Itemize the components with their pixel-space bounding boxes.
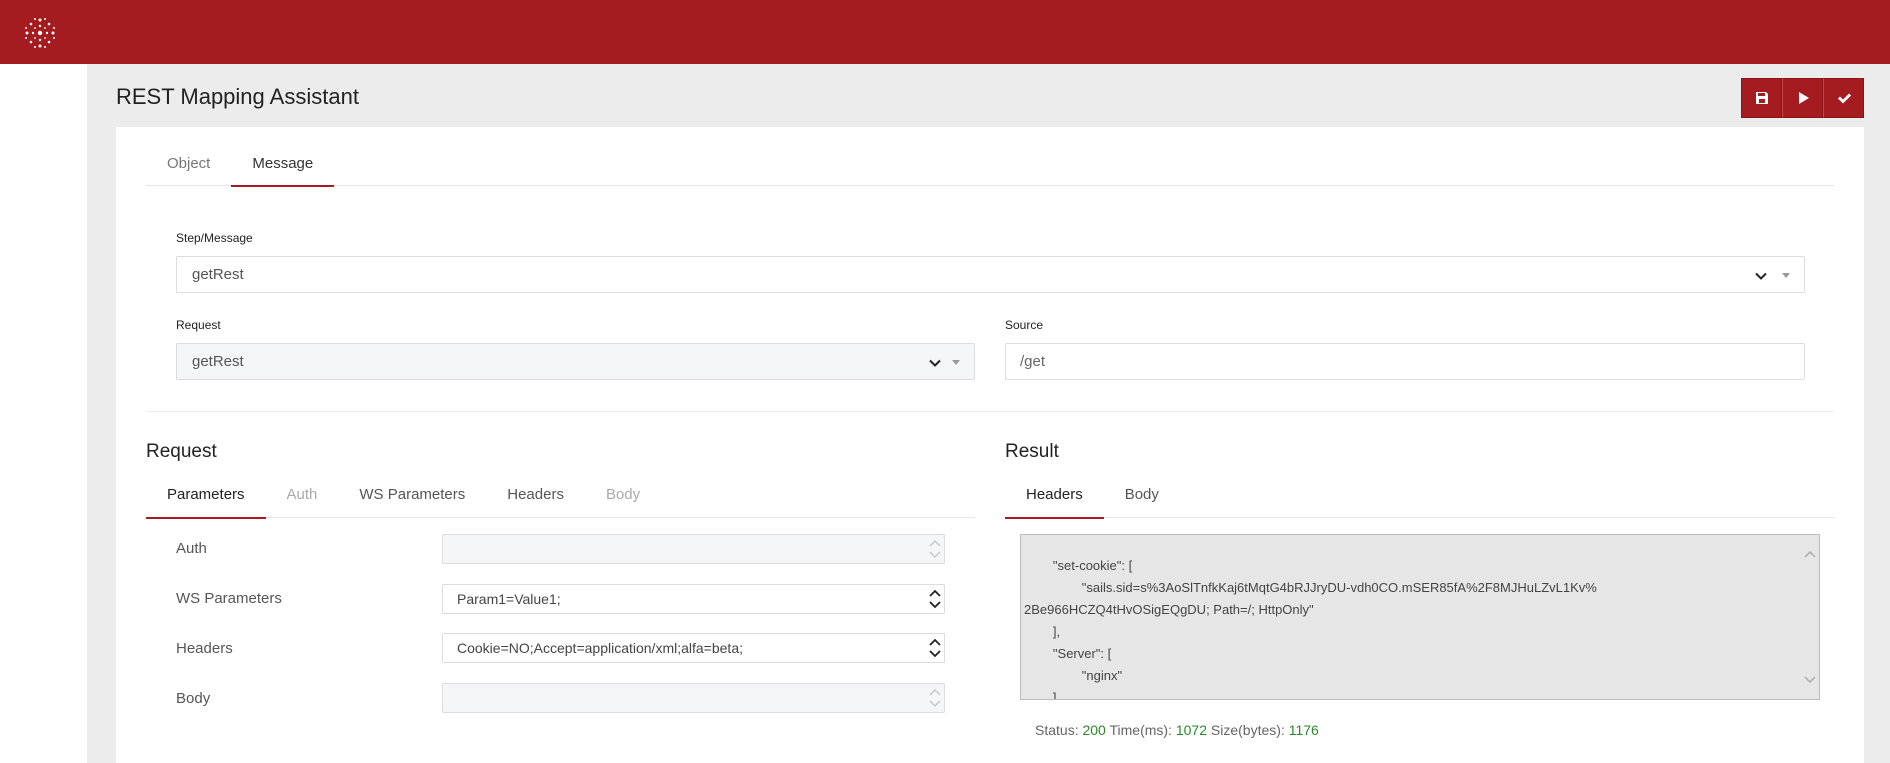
request-label: Request [176, 318, 221, 332]
source-label: Source [1005, 318, 1044, 332]
size-value: 1176 [1288, 722, 1319, 738]
result-output[interactable]: "set-cookie": [ "sails.sid=s%3AoSlTnfkKa… [1020, 534, 1820, 700]
headers-row-label: Headers [176, 640, 233, 657]
run-button[interactable] [1782, 78, 1823, 118]
ws-parameters-textarea[interactable]: Param1=Value1; [442, 584, 945, 614]
status-label: Status: [1035, 722, 1079, 738]
tab-message[interactable]: Message [231, 150, 335, 187]
tab-headers[interactable]: Headers [486, 480, 585, 518]
check-icon [1837, 93, 1851, 104]
auth-textarea[interactable] [442, 534, 945, 564]
status-value: 200 [1082, 722, 1106, 738]
request-select[interactable]: getRest [176, 343, 975, 380]
result-content: "set-cookie": [ "sails.sid=s%3AoSlTnfkKa… [1024, 558, 1597, 700]
caret-down-icon [952, 360, 960, 365]
section-divider [146, 411, 1834, 412]
spinner-arrows-icon[interactable] [928, 537, 942, 561]
tab-result-headers[interactable]: Headers [1005, 480, 1104, 519]
top-header-bar [0, 0, 1890, 64]
time-label: Time(ms): [1109, 722, 1172, 738]
page-title: REST Mapping Assistant [116, 84, 359, 109]
spinner-arrows-icon[interactable] [928, 587, 942, 611]
step-message-label: Step/Message [176, 231, 253, 245]
left-sidebar [0, 64, 87, 763]
spinner-arrows-icon[interactable] [928, 636, 942, 660]
request-section-title: Request [146, 441, 217, 462]
result-section-title: Result [1005, 441, 1059, 462]
action-toolbar [1741, 78, 1864, 118]
tab-result-body[interactable]: Body [1104, 480, 1180, 518]
save-button[interactable] [1741, 78, 1782, 118]
auth-row-label: Auth [176, 540, 207, 557]
result-status-line: Status: 200 Time(ms): 1072 Size(bytes): … [1035, 722, 1319, 738]
tab-parameters[interactable]: Parameters [146, 480, 266, 519]
size-label: Size(bytes): [1210, 722, 1285, 738]
tab-ws-parameters[interactable]: WS Parameters [338, 480, 486, 518]
headers-value: Cookie=NO;Accept=application/xml;alfa=be… [457, 640, 743, 656]
scroll-arrows-icon[interactable] [1803, 537, 1817, 697]
main-tabs: Object Message [146, 150, 1834, 187]
chevron-down-icon [1755, 272, 1767, 280]
result-tabs: Headers Body [1005, 480, 1834, 519]
body-textarea[interactable] [442, 683, 945, 713]
headers-textarea[interactable]: Cookie=NO;Accept=application/xml;alfa=be… [442, 633, 945, 663]
tab-body[interactable]: Body [585, 480, 661, 518]
ws-parameters-value: Param1=Value1; [457, 591, 561, 607]
ws-parameters-row-label: WS Parameters [176, 590, 282, 607]
play-icon [1798, 92, 1809, 104]
spinner-arrows-icon[interactable] [928, 686, 942, 710]
source-input[interactable]: /get [1005, 343, 1805, 380]
caret-down-icon [1782, 273, 1790, 278]
confirm-button[interactable] [1823, 78, 1864, 118]
snowflake-dots-logo-icon[interactable] [22, 15, 58, 51]
step-message-value: getRest [192, 266, 244, 283]
chevron-down-icon [929, 359, 941, 367]
tab-auth[interactable]: Auth [266, 480, 339, 518]
request-value: getRest [192, 353, 244, 370]
body-row-label: Body [176, 690, 211, 707]
time-value: 1072 [1175, 722, 1207, 738]
save-icon [1755, 92, 1768, 104]
step-message-select[interactable]: getRest [176, 256, 1805, 293]
request-tabs: Parameters Auth WS Parameters Headers Bo… [146, 480, 975, 519]
tab-object[interactable]: Object [146, 150, 231, 186]
